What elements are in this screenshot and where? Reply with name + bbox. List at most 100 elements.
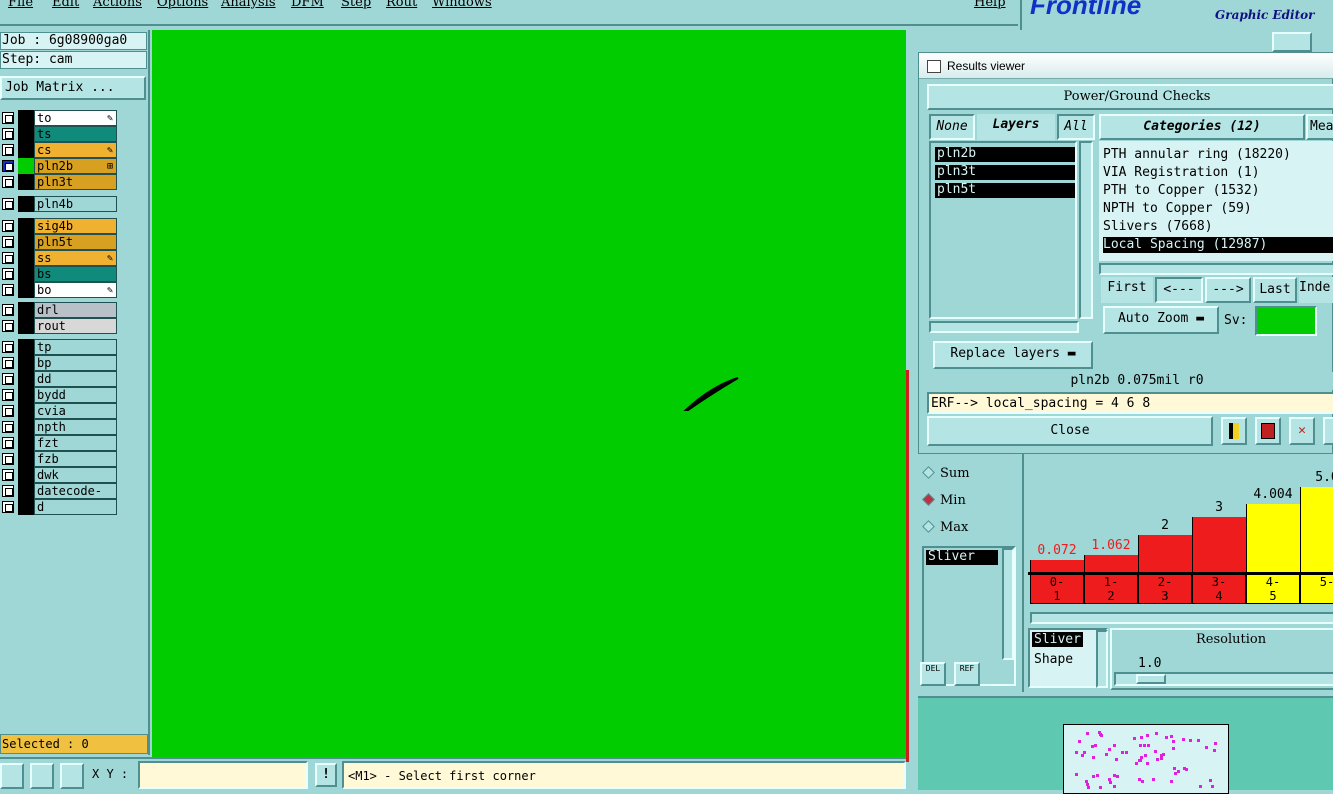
layer-checkbox[interactable]	[2, 421, 14, 433]
layers-scrollbar[interactable]	[1079, 141, 1093, 319]
layer-row[interactable]: cvia	[0, 403, 118, 419]
layer-checkbox[interactable]	[2, 198, 14, 210]
layer-checkbox[interactable]	[2, 501, 14, 513]
layer-color-swatch[interactable]	[18, 282, 34, 298]
layer-color-swatch[interactable]	[18, 218, 34, 234]
layer-color-swatch[interactable]	[18, 302, 34, 318]
layer-checkbox[interactable]	[2, 320, 14, 332]
layer-checkbox[interactable]	[2, 284, 14, 296]
layer-name[interactable]: pln2b ⊞	[34, 158, 117, 174]
layer-name[interactable]: drl	[34, 302, 117, 318]
menu-actions[interactable]: Actions	[93, 0, 142, 10]
auto-zoom-dropdown[interactable]: Auto Zoom ▬	[1103, 306, 1219, 334]
layer-name[interactable]: pln3t	[34, 174, 117, 190]
layer-color-swatch[interactable]	[18, 196, 34, 212]
layer-color-swatch[interactable]	[18, 499, 34, 515]
layer-checkbox[interactable]	[2, 128, 14, 140]
menu-file[interactable]: File	[8, 0, 33, 10]
category-item[interactable]: Slivers (7668)	[1103, 219, 1213, 235]
layer-name[interactable]: dd	[34, 371, 117, 387]
layer-name[interactable]: to ✎	[34, 110, 117, 126]
layer-checkbox[interactable]	[2, 112, 14, 124]
layer-name[interactable]: npth	[34, 419, 117, 435]
histogram-bin-label[interactable]: 4- 5	[1246, 574, 1300, 604]
del-button[interactable]: DEL	[920, 662, 946, 686]
all-button[interactable]: All	[1057, 114, 1095, 140]
last-button[interactable]: Last	[1253, 277, 1297, 303]
layer-row[interactable]: bs	[0, 266, 118, 282]
layer-name[interactable]: dwk	[34, 467, 117, 483]
layer-color-swatch[interactable]	[18, 483, 34, 499]
mark-icon[interactable]	[1255, 417, 1281, 445]
histogram-bar[interactable]	[1030, 560, 1084, 572]
layer-checkbox[interactable]	[2, 341, 14, 353]
histogram-bin-label[interactable]: 3- 4	[1192, 574, 1246, 604]
layer-name[interactable]: pln4b	[34, 196, 117, 212]
histogram-hscrollbar[interactable]	[1030, 612, 1333, 624]
sum-radio[interactable]: Sum	[922, 466, 970, 481]
layer-checkbox[interactable]	[2, 160, 14, 172]
layer-checkbox[interactable]	[2, 485, 14, 497]
slider-handle[interactable]	[1136, 674, 1166, 684]
layer-checkbox[interactable]	[2, 405, 14, 417]
layer-color-swatch[interactable]	[18, 126, 34, 142]
prev-button[interactable]: <---	[1155, 277, 1203, 303]
layer-color-swatch[interactable]	[18, 355, 34, 371]
layer-row[interactable]: sig4b	[0, 218, 118, 234]
layer-color-swatch[interactable]	[18, 403, 34, 419]
layer-name[interactable]: rout	[34, 318, 117, 334]
first-button[interactable]: First	[1101, 277, 1153, 303]
layer-color-swatch[interactable]	[18, 339, 34, 355]
layer-name[interactable]: tp	[34, 339, 117, 355]
shape-scrollbar[interactable]	[1096, 630, 1108, 688]
sliver-shape-list[interactable]: Sliver Shape	[1028, 628, 1108, 688]
histogram-bar[interactable]	[1084, 555, 1138, 572]
layer-color-swatch[interactable]	[18, 110, 34, 126]
index-button[interactable]: Inde	[1299, 277, 1333, 303]
layer-row[interactable]: datecode-bo	[0, 483, 118, 513]
none-button[interactable]: None	[929, 114, 975, 140]
layers-hscrollbar[interactable]	[929, 321, 1079, 333]
histogram-bin-label[interactable]: 1- 2	[1084, 574, 1138, 604]
layer-color-swatch[interactable]	[18, 451, 34, 467]
layer-row[interactable]: drl	[0, 302, 118, 318]
menu-edit[interactable]: Edit	[52, 0, 79, 10]
layer-color-swatch[interactable]	[18, 419, 34, 435]
sliver-item[interactable]: Sliver	[1032, 632, 1083, 647]
layer-checkbox[interactable]	[2, 144, 14, 156]
menu-rout[interactable]: Rout	[386, 0, 417, 10]
pin-icon[interactable]	[1272, 32, 1312, 52]
layer-color-swatch[interactable]	[18, 234, 34, 250]
graphic-canvas[interactable]	[152, 30, 906, 757]
layer-color-swatch[interactable]	[18, 467, 34, 483]
menu-analysis[interactable]: Analysis	[221, 0, 276, 10]
layer-name[interactable]: cvia	[34, 403, 117, 419]
layer-row[interactable]: pln5t	[0, 234, 118, 250]
max-radio[interactable]: Max	[922, 520, 968, 535]
layer-checkbox[interactable]	[2, 469, 14, 481]
overview-map[interactable]	[1063, 724, 1229, 794]
categories-listbox[interactable]: PTH annular ring (18220) VIA Registratio…	[1099, 141, 1333, 261]
layer-color-swatch[interactable]	[18, 371, 34, 387]
menu-windows[interactable]: Windows	[432, 0, 492, 10]
layer-color-swatch[interactable]	[18, 250, 34, 266]
layer-row[interactable]: pln3t	[0, 174, 118, 190]
category-item[interactable]: NPTH to Copper (59)	[1103, 201, 1252, 217]
layer-row[interactable]: cs ✎	[0, 142, 118, 158]
layer-color-swatch[interactable]	[18, 158, 34, 174]
layer-item[interactable]: pln5t	[935, 183, 1075, 198]
category-item-selected[interactable]: Local Spacing (12987)	[1103, 237, 1333, 253]
job-matrix-button[interactable]: Job Matrix ...	[0, 76, 146, 100]
histogram-bar[interactable]	[1300, 487, 1333, 572]
layer-name[interactable]: d	[34, 499, 117, 515]
measure-tool-icon[interactable]	[30, 763, 54, 789]
replace-layers-dropdown[interactable]: Replace layers ▬	[933, 341, 1093, 369]
zoom-tool-icon[interactable]	[0, 763, 24, 789]
layer-checkbox[interactable]	[2, 389, 14, 401]
ref-button[interactable]: REF	[954, 662, 980, 686]
layer-item[interactable]: pln2b	[935, 147, 1075, 162]
layer-name[interactable]: fzb	[34, 451, 117, 467]
layer-row[interactable]: fzb	[0, 451, 118, 467]
layer-checkbox[interactable]	[2, 437, 14, 449]
layer-color-swatch[interactable]	[18, 435, 34, 451]
